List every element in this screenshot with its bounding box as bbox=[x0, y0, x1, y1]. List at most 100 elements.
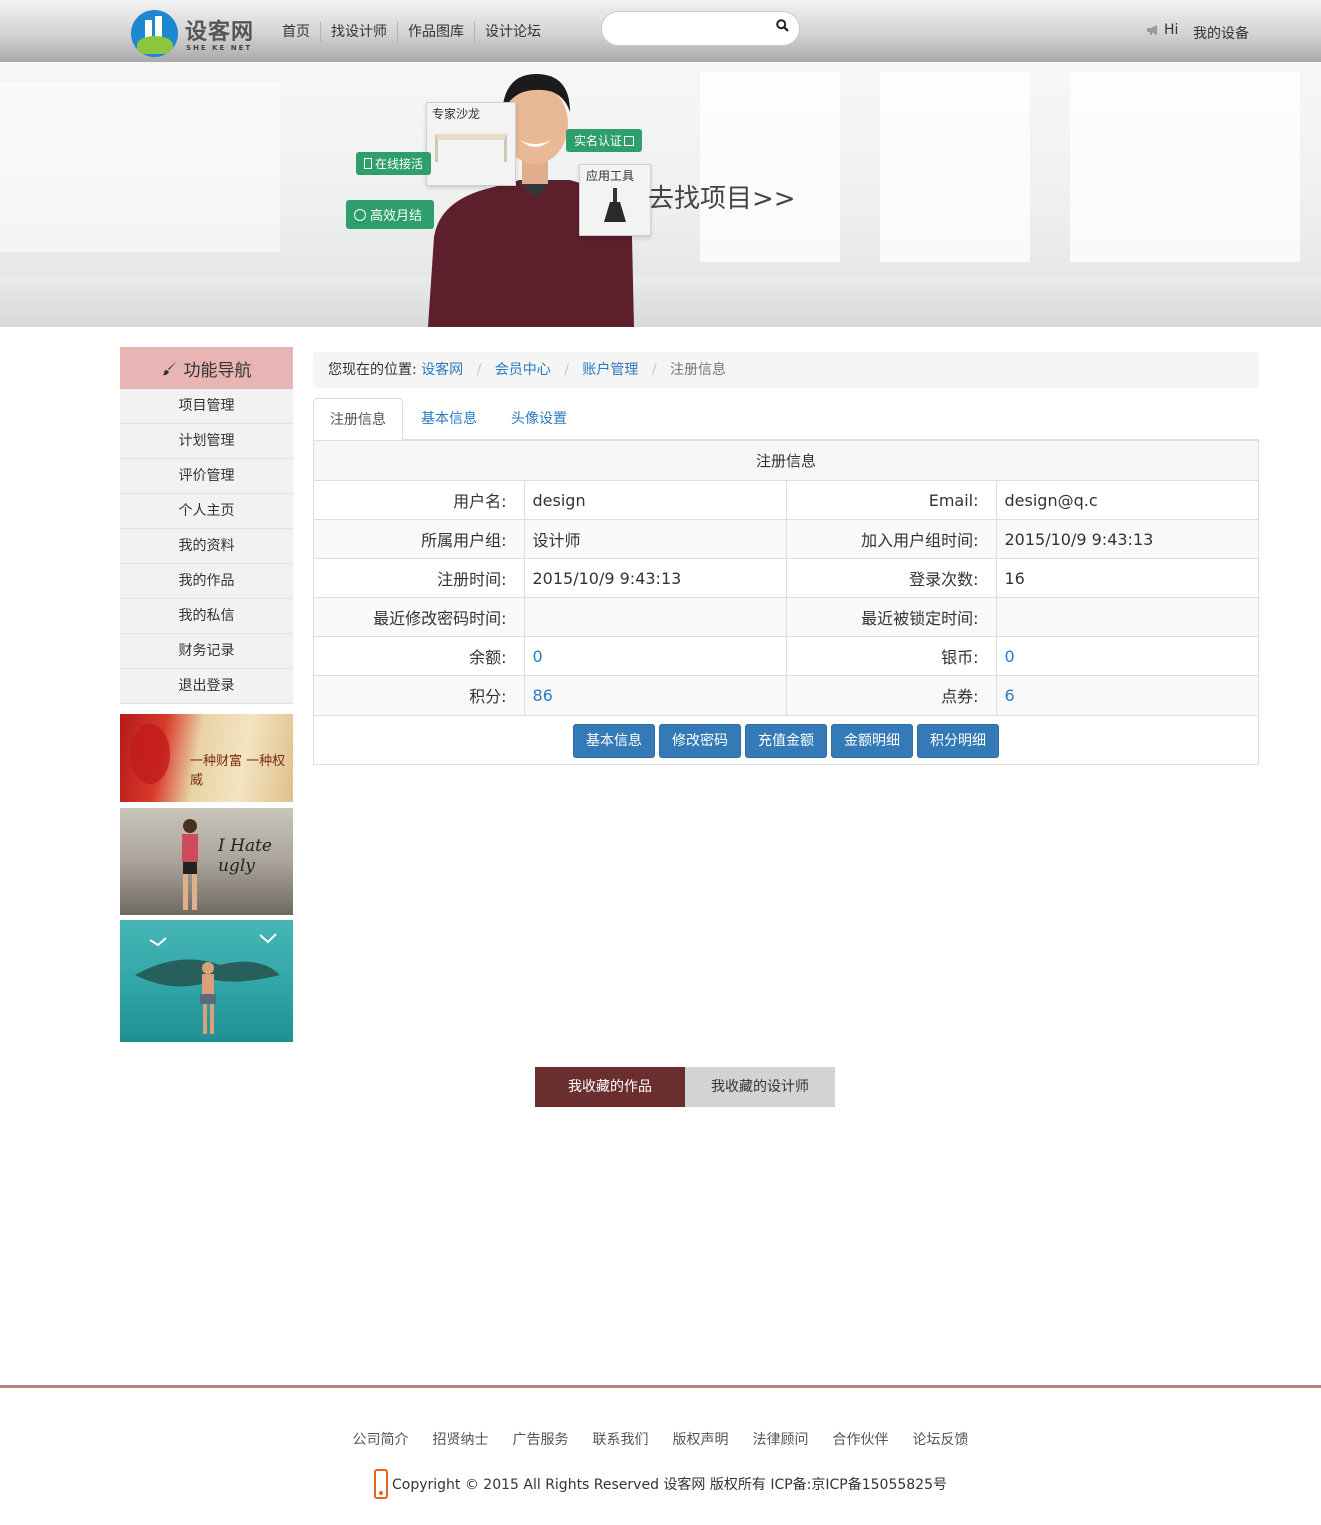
label-login-count: 登录次数: bbox=[786, 558, 997, 598]
table-row: 用户名: design Email: design@q.c bbox=[314, 480, 1258, 520]
label-points: 积分: bbox=[314, 675, 525, 715]
sidebar-menu: 项目管理 计划管理 评价管理 个人主页 我的资料 我的作品 我的私信 财务记录 … bbox=[120, 389, 293, 704]
value-points[interactable]: 86 bbox=[524, 675, 787, 715]
label-lock-time: 最近被锁定时间: bbox=[786, 597, 997, 637]
sidebar-item-homepage[interactable]: 个人主页 bbox=[120, 494, 293, 529]
lamp-icon bbox=[604, 188, 626, 222]
sidebar-item-messages[interactable]: 我的私信 bbox=[120, 599, 293, 634]
greeting-text: Hi bbox=[1164, 22, 1179, 38]
mobile-phone-icon[interactable] bbox=[374, 1469, 388, 1499]
sidebar-item-profile[interactable]: 我的资料 bbox=[120, 529, 293, 564]
ad-hate-ugly-text: I Hate ugly bbox=[218, 836, 272, 876]
card-expert-salon: 专家沙龙 bbox=[426, 102, 516, 186]
value-group-join-time: 2015/10/9 9:43:13 bbox=[996, 519, 1258, 559]
table-row: 最近修改密码时间: 最近被锁定时间: bbox=[314, 597, 1258, 637]
footer-link-feedback[interactable]: 论坛反馈 bbox=[913, 1429, 969, 1449]
breadcrumb-prefix: 您现在的位置: bbox=[328, 362, 417, 378]
label-username: 用户名: bbox=[314, 480, 525, 520]
footer-link-copyright[interactable]: 版权声明 bbox=[673, 1429, 729, 1449]
hero-banner[interactable]: 专家沙龙 应用工具 在线接活 高效月结 实名认证 去找项目>> bbox=[0, 62, 1321, 327]
site-logo[interactable]: 设客网 SHE KE NET bbox=[131, 8, 266, 58]
footer-link-contact[interactable]: 联系我们 bbox=[593, 1429, 649, 1449]
logo-subtext: SHE KE NET bbox=[186, 44, 253, 52]
label-balance: 余额: bbox=[314, 636, 525, 676]
table-title: 注册信息 bbox=[314, 440, 1258, 481]
basic-info-button[interactable]: 基本信息 bbox=[573, 723, 655, 758]
sidebar-item-logout[interactable]: 退出登录 bbox=[120, 669, 293, 704]
ad-figure-image bbox=[182, 819, 198, 910]
breadcrumb-link-member-center[interactable]: 会员中心 bbox=[495, 362, 551, 378]
value-email: design@q.c bbox=[996, 480, 1258, 520]
function-nav-header: 功能导航 bbox=[120, 347, 293, 389]
find-project-link[interactable]: 去找项目>> bbox=[648, 178, 796, 215]
tag-monthly: 高效月结 bbox=[346, 200, 435, 229]
search-input[interactable] bbox=[601, 11, 800, 46]
tab-avatar-settings[interactable]: 头像设置 bbox=[495, 398, 583, 440]
copyright-text: Copyright © 2015 All Rights Reserved 设客网… bbox=[392, 1477, 947, 1493]
label-password-change-time: 最近修改密码时间: bbox=[314, 597, 525, 637]
favorites-tabs: 我收藏的作品 我收藏的设计师 bbox=[535, 1067, 835, 1107]
footer-link-about[interactable]: 公司简介 bbox=[353, 1429, 409, 1449]
sidebar-ad-hate-ugly[interactable]: I Hate ugly bbox=[120, 808, 293, 915]
tag-realname: 实名认证 bbox=[566, 129, 643, 152]
label-silver: 银币: bbox=[786, 636, 997, 676]
sidebar-ad-birds[interactable] bbox=[120, 920, 293, 1042]
top-nav: 首页 找设计师 作品图库 设计论坛 bbox=[272, 22, 551, 42]
breadcrumb-current: 注册信息 bbox=[670, 362, 727, 378]
change-password-button[interactable]: 修改密码 bbox=[659, 723, 741, 758]
function-nav-title: 功能导航 bbox=[183, 360, 252, 381]
sidebar-ad-wealth[interactable]: 一种财富 一种权威 bbox=[120, 714, 293, 802]
footer-link-legal[interactable]: 法律顾问 bbox=[753, 1429, 809, 1449]
breadcrumb-link-account[interactable]: 账户管理 bbox=[582, 362, 638, 378]
tab-favorite-designers[interactable]: 我收藏的设计师 bbox=[685, 1067, 835, 1107]
breadcrumb: 您现在的位置: 设客网 / 会员中心 / 账户管理 / 注册信息 bbox=[313, 352, 1259, 388]
sidebar-item-reviews[interactable]: 评价管理 bbox=[120, 459, 293, 494]
footer-link-ads[interactable]: 广告服务 bbox=[513, 1429, 569, 1449]
points-detail-button[interactable]: 积分明细 bbox=[917, 723, 999, 758]
top-header: 设客网 SHE KE NET 首页 找设计师 作品图库 设计论坛 Hi 我的设备 bbox=[0, 0, 1321, 62]
footer-link-partners[interactable]: 合作伙伴 bbox=[833, 1429, 889, 1449]
value-lock-time bbox=[996, 597, 1258, 637]
logo-text: 设客网 bbox=[185, 20, 255, 45]
nav-gallery[interactable]: 作品图库 bbox=[397, 22, 474, 42]
sidebar-item-finance[interactable]: 财务记录 bbox=[120, 634, 293, 669]
footer-link-jobs[interactable]: 招贤纳士 bbox=[433, 1429, 489, 1449]
greeting: Hi bbox=[1146, 22, 1178, 38]
label-email: Email: bbox=[786, 480, 997, 520]
value-password-change-time bbox=[524, 597, 787, 637]
nav-forum[interactable]: 设计论坛 bbox=[474, 22, 551, 42]
search-icon[interactable] bbox=[776, 19, 789, 32]
tag-realname-label: 实名认证 bbox=[574, 134, 623, 148]
value-silver[interactable]: 0 bbox=[996, 636, 1258, 676]
value-balance[interactable]: 0 bbox=[524, 636, 787, 676]
table-row: 注册时间: 2015/10/9 9:43:13 登录次数: 16 bbox=[314, 558, 1258, 598]
sidebar-item-projects[interactable]: 项目管理 bbox=[120, 389, 293, 424]
copyright: Copyright © 2015 All Rights Reserved 设客网… bbox=[0, 1469, 1321, 1499]
value-login-count: 16 bbox=[996, 558, 1258, 598]
value-username: design bbox=[524, 480, 787, 520]
tag-online-label: 在线接活 bbox=[375, 157, 424, 171]
tab-basic-info[interactable]: 基本信息 bbox=[405, 398, 493, 440]
recharge-button[interactable]: 充值金额 bbox=[745, 723, 827, 758]
registration-info-table: 注册信息 用户名: design Email: design@q.c 所属用户组… bbox=[314, 440, 1258, 715]
my-device-link[interactable]: 我的设备 bbox=[1193, 23, 1249, 43]
logo-mark-icon bbox=[131, 10, 178, 57]
megaphone-icon bbox=[1147, 25, 1157, 35]
sidebar-item-plans[interactable]: 计划管理 bbox=[120, 424, 293, 459]
value-coupons[interactable]: 6 bbox=[996, 675, 1258, 715]
table-row: 余额: 0 银币: 0 bbox=[314, 636, 1258, 676]
card-expert-salon-label: 专家沙龙 bbox=[432, 107, 481, 121]
breadcrumb-link-site[interactable]: 设客网 bbox=[421, 362, 463, 378]
sidebar-item-works[interactable]: 我的作品 bbox=[120, 564, 293, 599]
ad-wealth-text: 一种财富 一种权威 bbox=[190, 754, 286, 788]
nav-home[interactable]: 首页 bbox=[272, 22, 320, 42]
tag-monthly-label: 高效月结 bbox=[370, 209, 423, 224]
tab-favorite-works[interactable]: 我收藏的作品 bbox=[535, 1067, 685, 1107]
tag-online: 在线接活 bbox=[356, 152, 432, 175]
amount-detail-button[interactable]: 金额明细 bbox=[831, 723, 913, 758]
nav-find-designer[interactable]: 找设计师 bbox=[320, 22, 397, 42]
tab-registration-info[interactable]: 注册信息 bbox=[313, 398, 403, 441]
value-user-group: 设计师 bbox=[524, 519, 787, 559]
registration-info-panel: 注册信息 用户名: design Email: design@q.c 所属用户组… bbox=[313, 440, 1259, 765]
table-row: 积分: 86 点券: 6 bbox=[314, 675, 1258, 715]
